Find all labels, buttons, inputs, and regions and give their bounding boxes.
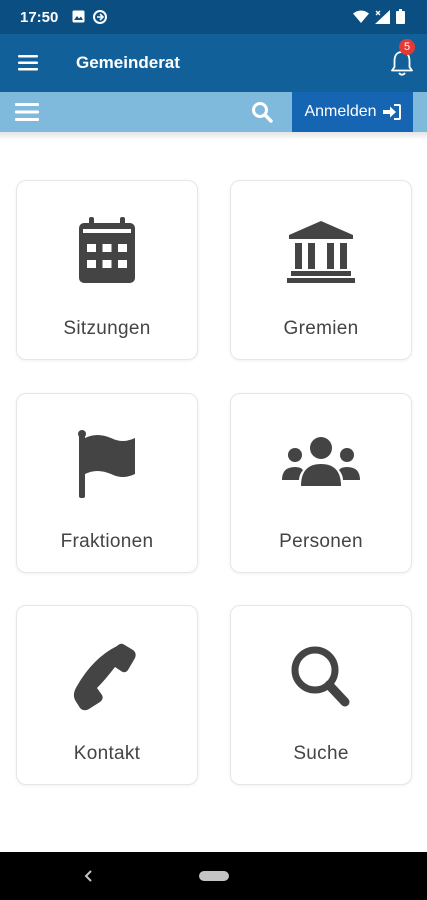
login-button-label: Anmelden — [304, 103, 377, 120]
tile-fraktionen[interactable]: Fraktionen — [16, 393, 198, 573]
sign-in-icon — [382, 104, 401, 120]
tile-sitzungen[interactable]: Sitzungen — [16, 180, 198, 360]
wifi-icon — [353, 10, 369, 23]
tile-label: Personen — [279, 531, 363, 552]
flag-icon — [78, 430, 135, 498]
status-bar: 17:50 — [0, 0, 427, 34]
login-button[interactable]: Anmelden — [292, 92, 413, 132]
system-navigation-bar — [0, 852, 427, 900]
tile-label: Kontakt — [73, 743, 141, 764]
home-pill[interactable] — [199, 871, 229, 881]
tile-kontakt[interactable]: Kontakt — [16, 605, 198, 785]
tile-label: Sitzungen — [63, 318, 151, 339]
menu-icon[interactable] — [18, 52, 40, 74]
institution-icon — [287, 221, 355, 283]
calendar-icon — [79, 217, 135, 283]
image-notification-icon — [72, 10, 85, 23]
back-icon[interactable] — [82, 866, 96, 886]
secondary-menu-icon[interactable] — [15, 101, 39, 123]
sync-notification-icon — [93, 10, 107, 24]
cellular-signal-icon — [375, 9, 390, 24]
app-bar: Gemeinderat 5 — [0, 34, 427, 92]
tile-label: Fraktionen — [60, 531, 154, 552]
toolbar-shadow — [0, 132, 427, 140]
people-group-icon — [282, 437, 360, 486]
status-time: 17:50 — [20, 9, 59, 26]
notification-badge: 5 — [399, 39, 415, 55]
secondary-toolbar: Anmelden — [0, 92, 427, 132]
tile-suche[interactable]: Suche — [230, 605, 412, 785]
search-icon — [291, 646, 350, 707]
search-icon[interactable] — [251, 101, 273, 123]
tile-personen[interactable]: Personen — [230, 393, 412, 573]
tile-gremien[interactable]: Gremien — [230, 180, 412, 360]
tile-label: Suche — [293, 743, 349, 764]
app-title: Gemeinderat — [76, 53, 180, 72]
phone-icon — [73, 643, 136, 711]
battery-icon — [396, 9, 405, 24]
tile-label: Gremien — [283, 318, 359, 339]
